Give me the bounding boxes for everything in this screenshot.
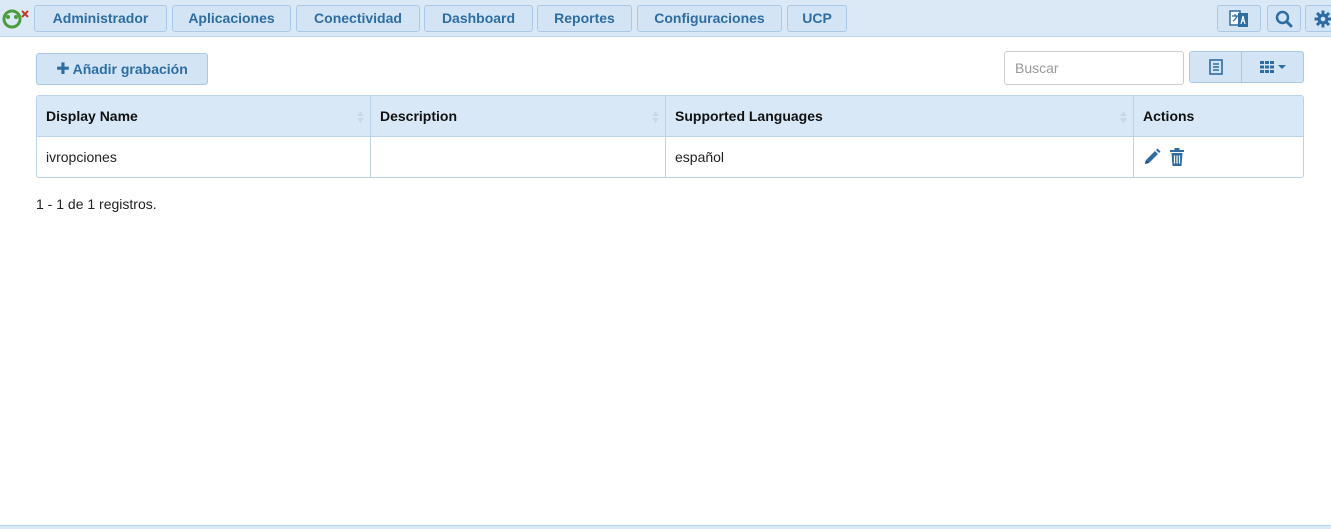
column-header-label: Display Name (46, 108, 138, 124)
columns-view-button[interactable] (1242, 51, 1304, 83)
list-view-button[interactable] (1189, 51, 1242, 83)
nav-administrador[interactable]: Administrador (34, 5, 167, 32)
nav-dashboard[interactable]: Dashboard (424, 5, 533, 32)
column-header-description[interactable]: Description (371, 96, 666, 136)
column-header-supported-languages[interactable]: Supported Languages (666, 96, 1134, 136)
column-header-display-name[interactable]: Display Name (37, 96, 371, 136)
column-header-label: Supported Languages (675, 108, 823, 124)
search-button[interactable] (1267, 5, 1301, 32)
cell-supported-languages: español (666, 137, 1134, 177)
delete-trash-icon[interactable] (1169, 148, 1185, 166)
gear-icon (1314, 10, 1331, 27)
plus-icon: ✚ (56, 61, 70, 78)
edit-pencil-icon[interactable] (1143, 148, 1161, 166)
sort-icon (652, 111, 659, 123)
sort-icon (1120, 111, 1127, 123)
bottom-divider (0, 525, 1331, 529)
translate-button[interactable] (1217, 5, 1261, 32)
recordings-table: Display Name Description Supported Langu… (36, 95, 1304, 178)
nav-configuraciones[interactable]: Configuraciones (637, 5, 782, 32)
translate-icon (1229, 9, 1248, 27)
column-header-label: Actions (1143, 108, 1195, 124)
view-toggle-group (1189, 51, 1304, 83)
nav-conectividad[interactable]: Conectividad (296, 5, 420, 32)
cell-description (371, 137, 666, 177)
sort-icon (357, 111, 364, 123)
table-row: ivropciones español (37, 137, 1303, 177)
logo-icon[interactable] (0, 5, 30, 31)
cell-display-name: ivropciones (37, 137, 371, 177)
nav-ucp[interactable]: UCP (787, 5, 847, 32)
add-recording-label: Añadir grabación (72, 61, 188, 77)
add-recording-button[interactable]: ✚ Añadir grabación (36, 53, 208, 85)
settings-button[interactable] (1305, 5, 1331, 32)
caret-down-icon (1277, 65, 1286, 69)
search-input[interactable] (1004, 51, 1184, 85)
column-header-actions: Actions (1134, 96, 1303, 136)
nav-aplicaciones[interactable]: Aplicaciones (172, 5, 291, 32)
nav-reportes[interactable]: Reportes (537, 5, 632, 32)
list-view-icon (1208, 59, 1223, 75)
column-header-label: Description (380, 108, 458, 124)
grid-icon (1259, 61, 1274, 73)
table-header-row: Display Name Description Supported Langu… (37, 96, 1303, 137)
pagination-summary: 1 - 1 de 1 registros. (36, 196, 157, 212)
cell-actions (1134, 137, 1303, 177)
search-icon (1275, 10, 1293, 27)
top-nav-bar: Administrador Aplicaciones Conectividad … (0, 0, 1331, 37)
